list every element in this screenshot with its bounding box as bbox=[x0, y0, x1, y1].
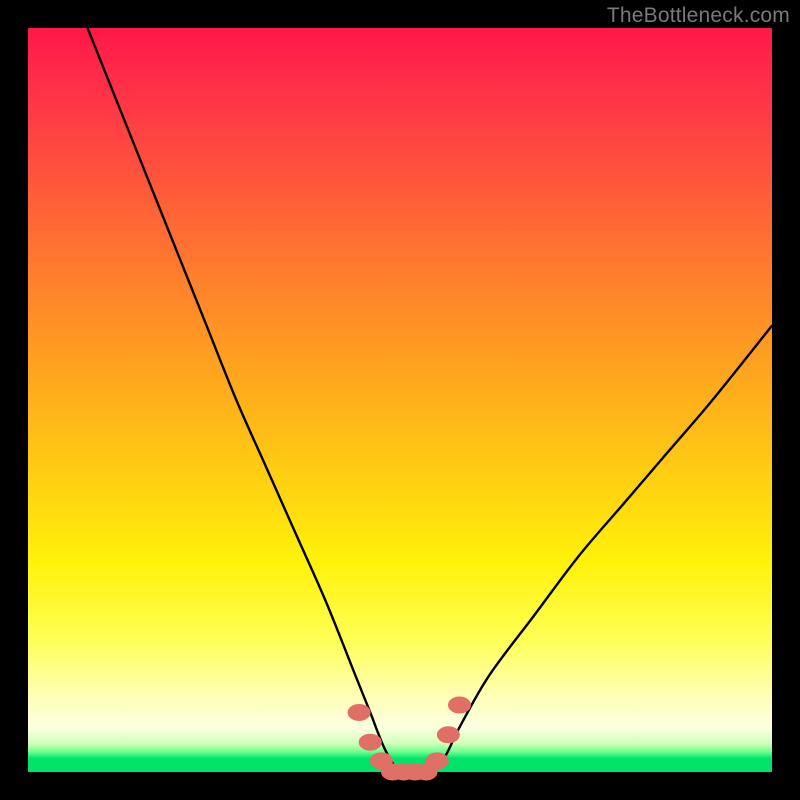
plot-area bbox=[28, 28, 772, 772]
highlight-dot bbox=[437, 727, 459, 743]
highlight-dot bbox=[348, 704, 370, 720]
chart-frame: TheBottleneck.com bbox=[0, 0, 800, 800]
highlight-dot bbox=[449, 697, 471, 713]
watermark-text: TheBottleneck.com bbox=[607, 4, 790, 28]
highlight-dot bbox=[426, 753, 448, 769]
bottleneck-curve bbox=[88, 28, 772, 774]
highlight-dots bbox=[348, 697, 470, 780]
curve-layer bbox=[28, 28, 772, 772]
highlight-dot bbox=[359, 734, 381, 750]
